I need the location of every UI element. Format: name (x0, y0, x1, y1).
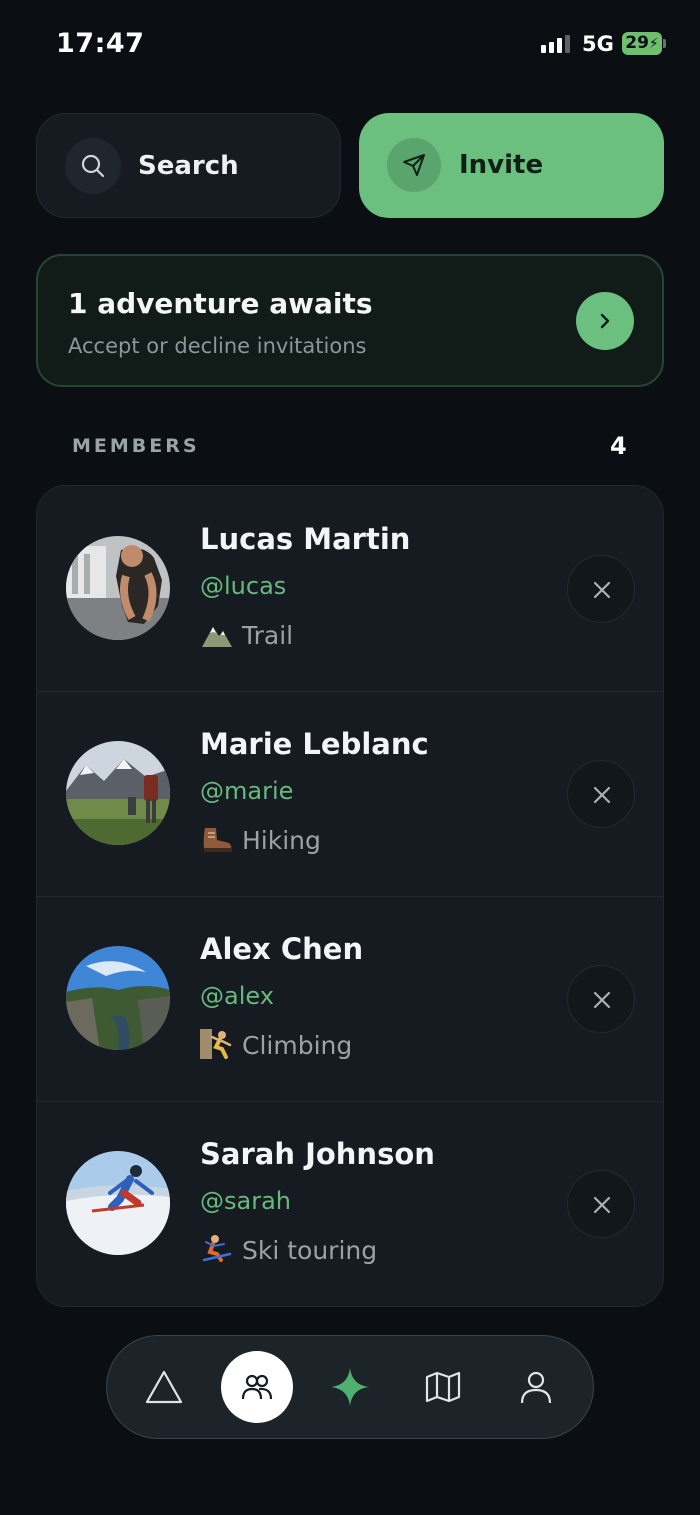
invite-button[interactable]: Invite (359, 113, 664, 218)
map-icon (425, 1371, 461, 1403)
search-label: Search (138, 151, 239, 181)
sparkle-icon (331, 1368, 369, 1406)
activity-label: Climbing (242, 1031, 353, 1060)
nav-discover[interactable] (314, 1351, 386, 1423)
network-type: 5G (582, 32, 614, 56)
member-name: Marie Leblanc (200, 727, 429, 761)
invitations-banner[interactable]: 1 adventure awaits Accept or decline inv… (36, 254, 664, 387)
avatar (66, 536, 170, 640)
avatar (66, 1151, 170, 1255)
avatar (66, 741, 170, 845)
remove-member-button[interactable] (567, 555, 635, 623)
member-name: Lucas Martin (200, 522, 411, 556)
remove-member-button[interactable] (567, 1170, 635, 1238)
activity-label: Ski touring (242, 1236, 378, 1265)
member-handle[interactable]: @sarah (200, 1187, 291, 1215)
send-icon (403, 154, 425, 176)
nav-profile[interactable] (500, 1351, 572, 1423)
close-icon (593, 581, 611, 599)
activity-label: Trail (242, 621, 294, 650)
banner-go-button[interactable] (576, 292, 634, 350)
close-icon (593, 1196, 611, 1214)
nav-map[interactable] (407, 1351, 479, 1423)
member-handle[interactable]: @marie (200, 777, 293, 805)
search-icon-circle (65, 138, 121, 194)
member-row[interactable]: Lucas Martin @lucas Trail (37, 486, 663, 691)
members-icon (241, 1374, 273, 1400)
member-activity: Climbing (200, 1029, 353, 1062)
member-row[interactable]: Alex Chen @alex Climbing (37, 896, 663, 1101)
members-list: Lucas Martin @lucas Trail Marie Leblanc … (36, 485, 664, 1307)
search-button[interactable]: Search (36, 113, 341, 218)
close-icon (593, 786, 611, 804)
close-icon (593, 991, 611, 1009)
signal-icon (541, 35, 573, 53)
send-icon-circle (387, 138, 441, 192)
remove-member-button[interactable] (567, 760, 635, 828)
invite-label: Invite (459, 150, 544, 180)
battery-level: 29 (625, 33, 649, 53)
member-activity: Ski touring (200, 1235, 378, 1267)
battery-tip (663, 39, 666, 48)
adventures-icon (145, 1370, 183, 1404)
status-time: 17:47 (56, 28, 145, 59)
nav-members[interactable] (221, 1351, 293, 1423)
skier-icon (202, 1235, 232, 1262)
members-count: 4 (610, 432, 627, 460)
activity-label: Hiking (242, 826, 321, 855)
banner-subtitle: Accept or decline invitations (68, 334, 367, 358)
member-activity: Hiking (200, 826, 321, 857)
remove-member-button[interactable] (567, 965, 635, 1033)
member-name: Sarah Johnson (200, 1137, 435, 1171)
member-row[interactable]: Sarah Johnson @sarah Ski touring (37, 1101, 663, 1306)
mountain-icon (202, 627, 232, 647)
search-icon (81, 154, 105, 178)
battery-icon: 29⚡ (622, 32, 662, 55)
nav-adventures[interactable] (128, 1351, 200, 1423)
profile-icon (520, 1371, 552, 1404)
member-activity: Trail (200, 621, 293, 652)
member-handle[interactable]: @alex (200, 982, 274, 1010)
hiking-boot-icon (203, 828, 232, 852)
status-bar: 17:47 5G 29⚡ (0, 0, 700, 90)
climber-icon (200, 1029, 232, 1059)
member-handle[interactable]: @lucas (200, 572, 286, 600)
banner-title: 1 adventure awaits (68, 287, 373, 320)
member-name: Alex Chen (200, 932, 364, 966)
bottom-navigation (106, 1335, 594, 1439)
member-row[interactable]: Marie Leblanc @marie Hiking (37, 691, 663, 896)
avatar (66, 946, 170, 1050)
members-section-label: MEMBERS (72, 435, 200, 457)
chevron-right-icon (600, 313, 610, 329)
